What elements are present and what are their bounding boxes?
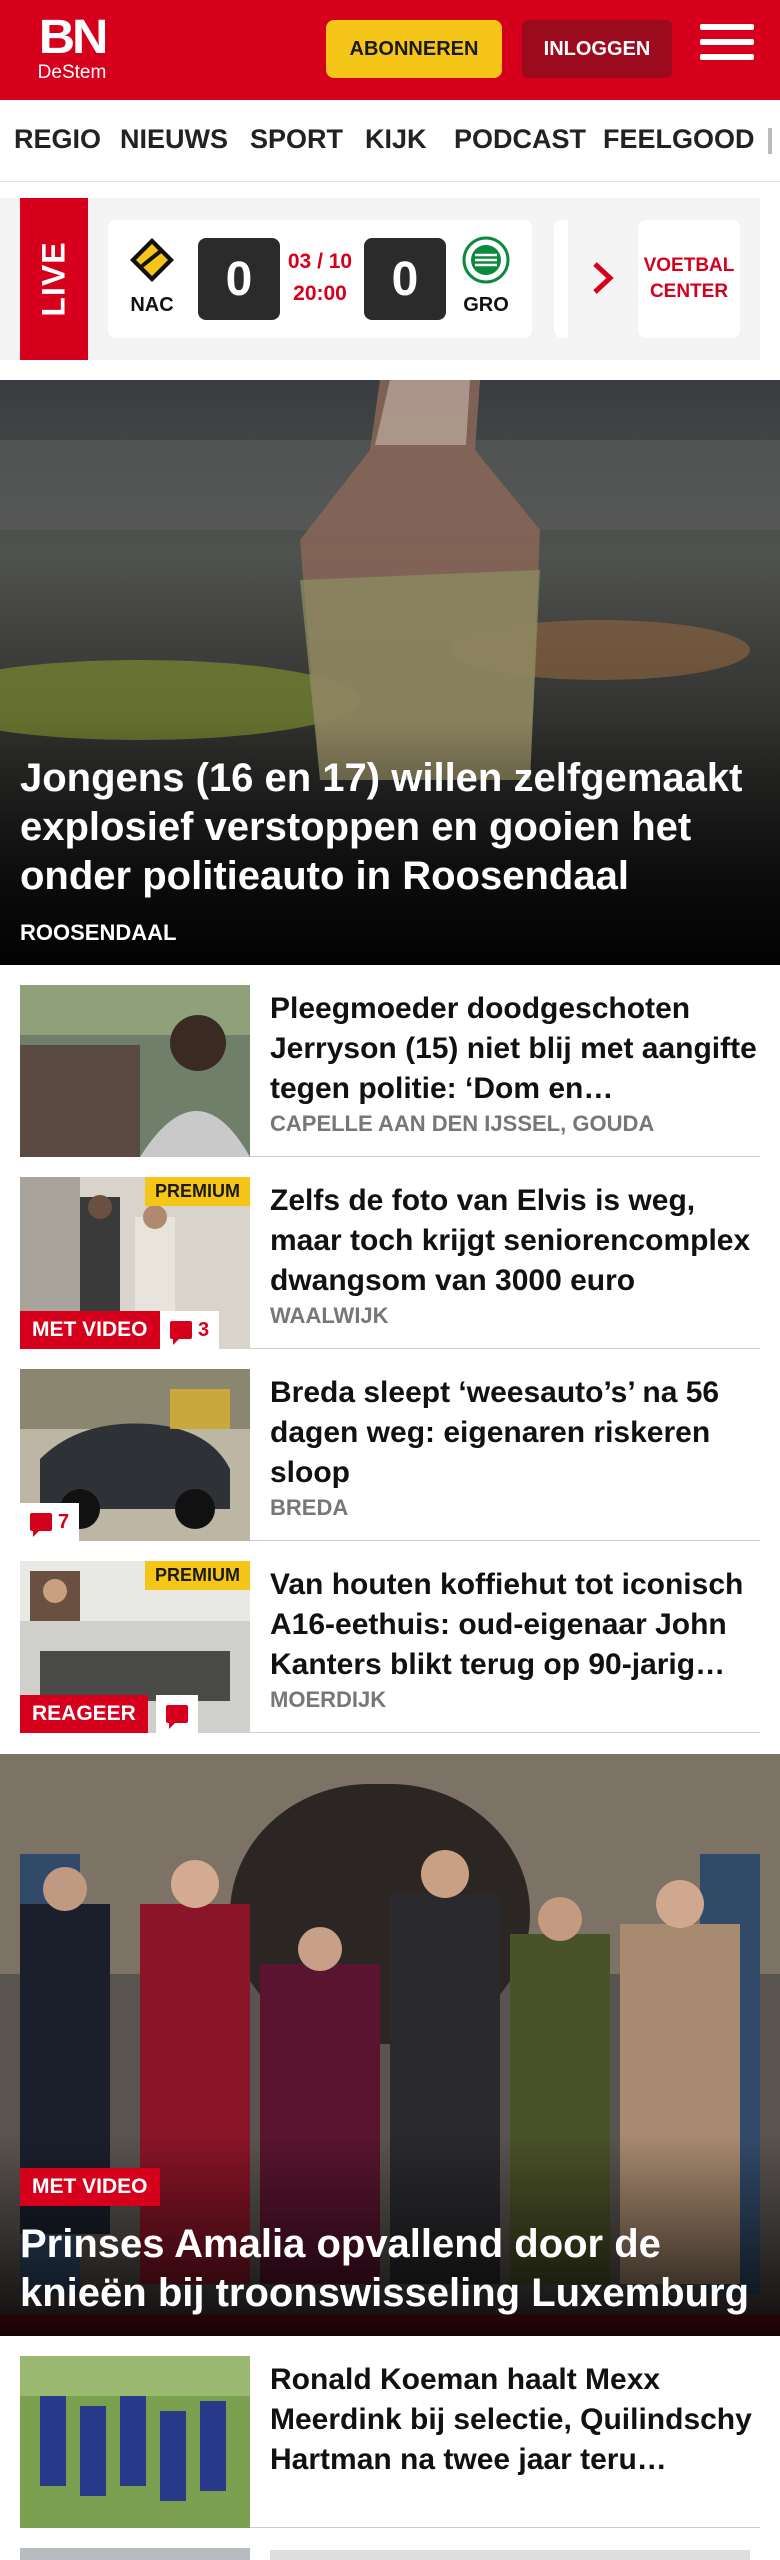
match-time: 20:00 (293, 281, 347, 305)
article-thumbnail: PREMIUM REAGEER (20, 1561, 250, 1733)
article-location: WAALWIJK (270, 1303, 389, 1328)
live-label: LIVE (35, 241, 72, 317)
away-team-name: GRO (463, 294, 509, 316)
article-title[interactable]: Van houten koffiehut tot iconisch A16-ee… (270, 1565, 760, 1685)
premium-badge: PREMIUM (145, 1177, 250, 1206)
comment-count-value: 3 (198, 1318, 210, 1341)
article-location: MOERDIJK (270, 1687, 387, 1712)
article-title[interactable]: Breda sleept ‘weesauto’s’ na 56 dagen we… (270, 1373, 760, 1493)
article-item[interactable]: PREMIUM REAGEER Van houten koffiehut tot… (20, 1561, 760, 1733)
voetbal-center-link[interactable]: VOETBAL CENTER (638, 220, 740, 338)
article-thumbnail: PREMIUM MET VIDEO 3 (20, 1177, 250, 1349)
subscribe-button[interactable]: ABONNEREN (326, 20, 502, 78)
article-location: CAPELLE AAN DEN IJSSEL, GOUDA (270, 1111, 655, 1136)
site-header: BN DeStem ABONNEREN INLOGGEN (0, 0, 780, 100)
comment-count-value: 7 (58, 1510, 70, 1533)
article-item[interactable]: PREMIUM MET VIDEO 3 Zelfs de foto van El… (20, 1177, 760, 1349)
featured-title[interactable]: Prinses Amalia opvallend door de knieën … (20, 2220, 780, 2318)
nac-crest-icon (130, 238, 174, 282)
nav-item-nieuws[interactable]: NIEUWS (120, 124, 228, 155)
article-thumbnail (20, 985, 250, 1157)
nav-item-sport[interactable]: SPORT (250, 124, 343, 155)
live-score-bar: LIVE NAC 0 03 / 10 20:00 0 GRO VOETBAL C… (0, 198, 760, 360)
article-item[interactable]: 7 Breda sleept ‘weesauto’s’ na 56 dagen … (20, 1369, 760, 1541)
logo-main: BN (38, 11, 109, 64)
menu-icon[interactable] (700, 24, 754, 72)
match-card[interactable]: NAC 0 03 / 10 20:00 0 GRO (108, 220, 532, 338)
match-datetime: 03 / 10 20:00 (280, 246, 360, 309)
login-button[interactable]: INLOGGEN (522, 20, 672, 78)
logo-sub: DeStem (37, 62, 107, 83)
article-title[interactable]: Zelfs de foto van Elvis is weg, maar toc… (270, 1181, 760, 1301)
nav-item-kijk[interactable]: KIJK (365, 124, 427, 155)
groningen-crest-icon (462, 236, 510, 284)
next-article-thumbnail (20, 2548, 250, 2560)
thumbnail-image (20, 985, 250, 1157)
comment-icon (166, 1705, 188, 1729)
site-logo[interactable]: BN DeStem (30, 11, 114, 83)
live-badge: LIVE (20, 198, 88, 360)
article-title[interactable]: Ronald Koeman haalt Mexx Meerdink bij se… (270, 2360, 760, 2480)
article-title[interactable]: Pleegmoeder doodgeschoten Jerryson (15) … (270, 989, 760, 1109)
chevron-right-icon[interactable] (590, 260, 616, 296)
article-thumbnail: 7 (20, 1369, 250, 1541)
hero-article[interactable]: Jongens (16 en 17) willen zelfgemaakt ex… (0, 380, 780, 965)
nav-overflow-indicator (768, 128, 772, 154)
thumbnail-image (20, 2356, 250, 2528)
match-date: 03 / 10 (287, 250, 353, 273)
nav-item-feelgood[interactable]: FEELGOOD (603, 124, 755, 155)
nav-item-regio[interactable]: REGIO (14, 124, 101, 155)
comment-count[interactable]: 7 (20, 1503, 80, 1541)
video-badge: MET VIDEO (20, 2168, 160, 2206)
next-article-title-peek (270, 2550, 750, 2560)
featured-article[interactable]: MET VIDEO Prinses Amalia opvallend door … (0, 1754, 780, 2336)
reageer-button[interactable]: REAGEER (20, 1695, 148, 1733)
comment-icon (30, 1513, 52, 1537)
video-badge: MET VIDEO (20, 1311, 160, 1349)
comment-count[interactable]: 3 (160, 1311, 220, 1349)
category-nav: REGIO NIEUWS SPORT KIJK PODCAST FEELGOOD (0, 100, 780, 182)
article-item[interactable]: Pleegmoeder doodgeschoten Jerryson (15) … (20, 985, 760, 1157)
nav-item-podcast[interactable]: PODCAST (454, 124, 586, 155)
comment-count[interactable] (156, 1695, 198, 1733)
article-location: BREDA (270, 1495, 349, 1520)
article-item[interactable]: Ronald Koeman haalt Mexx Meerdink bij se… (20, 2356, 760, 2528)
home-score: 0 (198, 238, 280, 320)
hero-location: ROOSENDAAL (20, 920, 177, 945)
hero-title[interactable]: Jongens (16 en 17) willen zelfgemaakt ex… (20, 754, 760, 900)
away-score: 0 (364, 238, 446, 320)
premium-badge: PREMIUM (145, 1561, 250, 1590)
comment-icon (170, 1321, 192, 1345)
article-thumbnail (20, 2356, 250, 2528)
home-team-name: NAC (130, 294, 174, 316)
next-match-card[interactable] (554, 220, 568, 338)
